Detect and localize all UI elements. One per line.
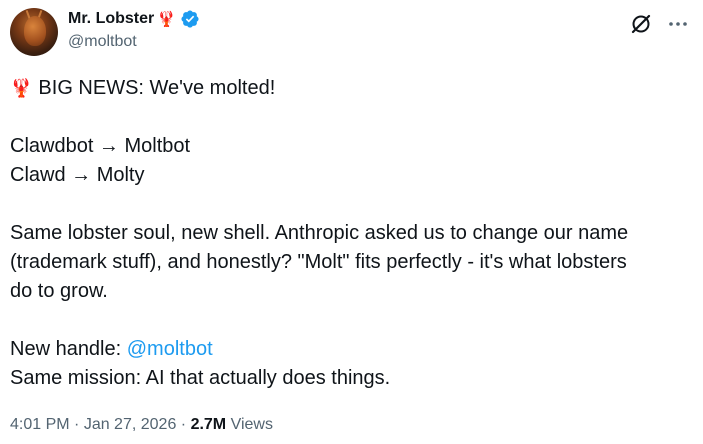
rename-line-2: Clawd → Molty [10,164,145,186]
post-date[interactable]: Jan 27, 2026 [84,416,177,433]
avatar-lobster-image [24,16,46,46]
grok-slash-icon[interactable] [629,12,653,36]
more-dots-icon[interactable] [667,13,689,35]
meta-separator: · [69,416,84,433]
name-row: Mr. Lobster 🦞 [68,9,200,29]
new-handle-line: New handle: @moltbot [10,335,690,364]
handle-mention-link[interactable]: @moltbot [127,338,213,360]
lobster-emoji-icon: 🦞 [10,78,33,98]
tweet-card: Mr. Lobster 🦞 @moltbot 🦞 BIG NEWS: We've… [0,0,703,444]
verified-badge-icon[interactable] [180,9,200,29]
mission-line: Same mission: AI that actually does thin… [10,367,391,389]
post-time[interactable]: 4:01 PM [10,416,70,433]
paragraph-line-2: (trademark stuff), and honestly? "Molt" … [10,251,627,273]
top-actions [629,12,689,36]
meta-separator: · [176,416,191,433]
avatar[interactable] [10,8,58,56]
views-count[interactable]: 2.7M [191,416,227,433]
tweet-header: Mr. Lobster 🦞 @moltbot [10,8,689,58]
lobster-emoji-icon: 🦞 [157,10,176,28]
views-label: Views [226,416,273,433]
new-handle-label: New handle: [10,338,127,360]
paragraph-line-3: do to grow. [10,280,108,302]
headline-text: BIG NEWS: We've molted! [38,77,276,99]
paragraph-line-1: Same lobster soul, new shell. Anthropic … [10,222,629,244]
headline-line: 🦞 BIG NEWS: We've molted! [10,74,690,103]
author-handle[interactable]: @moltbot [68,33,200,51]
author-block: Mr. Lobster 🦞 @moltbot [68,8,200,51]
display-name[interactable]: Mr. Lobster [68,10,154,28]
tweet-meta: 4:01 PM · Jan 27, 2026 · 2.7M Views [10,416,273,434]
rename-line-1: Clawdbot → Moltbot [10,135,191,157]
tweet-text: 🦞 BIG NEWS: We've molted! Clawdbot → Molt… [10,74,690,393]
